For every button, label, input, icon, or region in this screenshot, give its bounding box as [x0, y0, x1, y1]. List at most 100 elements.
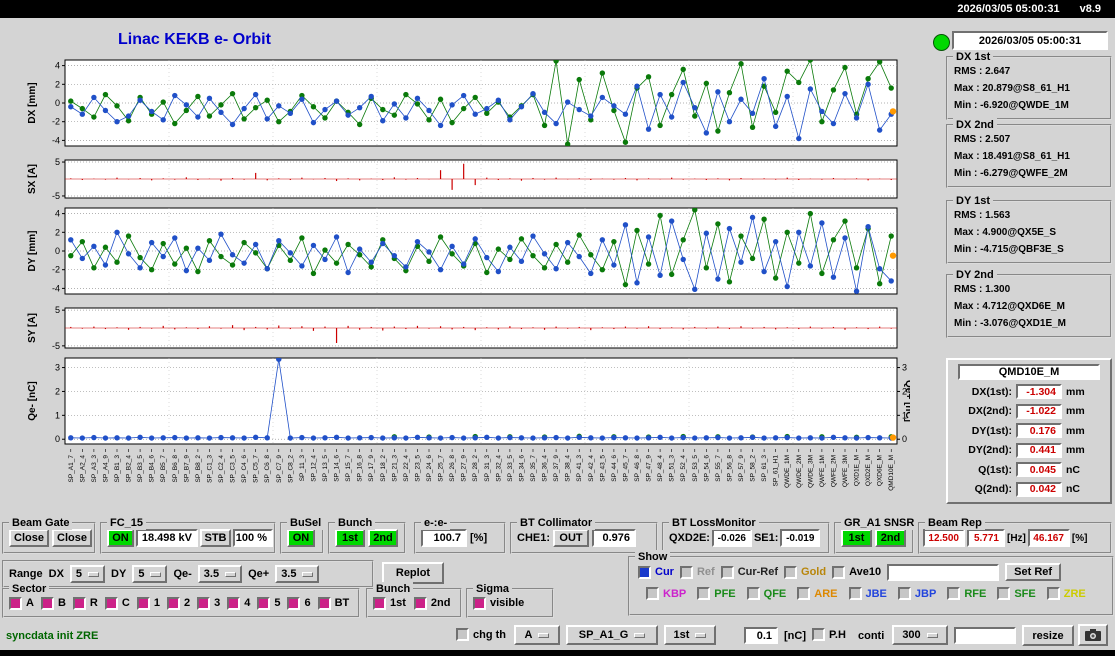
svg-text:SP_C3_5: SP_C3_5	[230, 455, 237, 483]
svg-text:2: 2	[55, 386, 60, 396]
show-sfe-checkbox[interactable]: SFE	[997, 587, 1036, 600]
monitor-unit: mm	[1066, 405, 1085, 418]
checkbox-indicator	[166, 596, 180, 610]
svg-text:SP_28_2: SP_28_2	[472, 455, 479, 482]
monitor-value: 0.045	[1016, 462, 1062, 478]
bunch-1st-button[interactable]: 1st	[335, 529, 365, 547]
set-ref-button[interactable]: Set Ref	[1005, 563, 1062, 581]
stats-box-dy-2nd: DY 2nd RMS : 1.300 Max : 4.712@QXD6E_M M…	[946, 268, 1112, 338]
beam-gate-close-2-button[interactable]: Close	[52, 529, 92, 547]
show-kbp-checkbox[interactable]: KBP	[646, 587, 686, 600]
che1-out-button[interactable]: OUT	[553, 529, 590, 547]
sector-checkbox-5[interactable]: 5	[257, 596, 280, 610]
monitor-label: DY(2nd):	[968, 444, 1012, 457]
sector-checkbox-b[interactable]: B	[40, 596, 66, 610]
gr-snsr-title: GR_A1 SNSR	[841, 516, 918, 530]
checkbox-indicator	[646, 587, 659, 600]
stats-max: Max : 20.879@S8_61_H1	[954, 83, 1070, 94]
svg-text:SP_C1_3: SP_C1_3	[206, 455, 213, 483]
show-are-checkbox[interactable]: ARE	[797, 587, 838, 600]
svg-text:SP_A4_9: SP_A4_9	[102, 455, 109, 483]
ref-name-input[interactable]	[887, 563, 1000, 581]
busel-title: BuSel	[287, 516, 325, 530]
sector-checkbox-1[interactable]: 1	[136, 596, 160, 610]
range-dy-label: DY	[111, 568, 127, 580]
busel-on-button[interactable]: ON	[287, 529, 315, 547]
checkbox-indicator	[812, 628, 825, 641]
stats-min: Min : -4.715@QBF3E_S	[954, 244, 1064, 255]
bunch-1st-checkbox[interactable]: 1st	[373, 596, 406, 610]
bunch-2nd-checkbox[interactable]: 2nd	[413, 596, 450, 610]
svg-text:SP_41_3: SP_41_3	[576, 455, 583, 482]
sector-checkbox-a[interactable]: A	[9, 596, 34, 610]
svg-text:SP_44_6: SP_44_6	[611, 455, 618, 482]
sigma-visible-checkbox[interactable]: visible	[473, 596, 524, 610]
svg-text:SP_11_3: SP_11_3	[299, 455, 306, 482]
ph-checkbox[interactable]: P.H	[812, 628, 846, 641]
sector-title: Sector	[9, 582, 50, 596]
svg-text:SP_38_4: SP_38_4	[565, 455, 572, 482]
plot-sy: 5 -5 SY [A]	[27, 305, 898, 351]
svg-text:SP_61_3: SP_61_3	[761, 455, 768, 482]
sector-checkbox-bt[interactable]: BT	[317, 596, 349, 610]
se1-value: -0.019	[780, 529, 821, 547]
status-entry-input[interactable]	[954, 627, 1016, 644]
beam-rep-value-1: 12.500	[923, 529, 965, 547]
snapshot-button[interactable]	[1078, 624, 1108, 646]
svg-text:SP_B3_5: SP_B3_5	[137, 455, 144, 483]
svg-text:3: 3	[902, 363, 907, 373]
stats-min: Min : -6.279@QWFE_2M	[954, 168, 1068, 179]
show-ave10-checkbox[interactable]: Ave10	[832, 565, 881, 579]
bunch-2nd-button[interactable]: 2nd	[368, 529, 398, 547]
show-rfe-checkbox[interactable]: RFE	[947, 587, 986, 600]
sector-checkbox-3[interactable]: 3	[197, 596, 220, 610]
stats-rms: RMS : 2.647	[954, 66, 1011, 77]
fc15-on-button[interactable]: ON	[107, 529, 134, 547]
che1-label: CHE1:	[517, 532, 551, 544]
fc15-stb-button[interactable]: STB	[200, 529, 231, 547]
stats-title: DX 2nd	[953, 118, 997, 132]
range-dx-select[interactable]: 5	[69, 565, 106, 583]
resize-button[interactable]: resize	[1022, 625, 1074, 646]
beam-gate-close-1-button[interactable]: Close	[9, 529, 49, 547]
svg-text:SP_37_9: SP_37_9	[553, 455, 560, 482]
replot-button[interactable]: Replot	[382, 562, 444, 584]
show-jbe-checkbox[interactable]: JBE	[848, 587, 887, 600]
svg-text:SP_31_3: SP_31_3	[484, 455, 491, 482]
bunch-select[interactable]: 1st	[664, 625, 716, 645]
sector-checkbox-c[interactable]: C	[104, 596, 130, 610]
stats-max: Max : 4.712@QXD6E_M	[954, 301, 1065, 312]
page-title: Linac KEKB e- Orbit	[118, 31, 271, 48]
gr-snsr-1st-button[interactable]: 1st	[841, 529, 872, 547]
sp-monitor-select[interactable]: SP_A1_G	[566, 625, 658, 645]
show-cur-ref-checkbox[interactable]: Cur-Ref	[720, 565, 778, 579]
checkbox-indicator	[473, 596, 486, 610]
gr-snsr-2nd-button[interactable]: 2nd	[875, 529, 906, 547]
range-qe-plus-select[interactable]: 3.5	[275, 565, 320, 583]
sector-checkbox-6[interactable]: 6	[287, 596, 311, 610]
show-jbp-checkbox[interactable]: JBP	[897, 587, 936, 600]
svg-text:SP_B4_6: SP_B4_6	[149, 455, 156, 483]
range-qe-minus-select[interactable]: 3.5	[197, 565, 243, 583]
mode-select[interactable]: A	[514, 625, 560, 645]
sector-checkbox-2[interactable]: 2	[166, 596, 190, 610]
points-select[interactable]: 300	[892, 625, 948, 645]
show-qfe-checkbox[interactable]: QFE	[746, 587, 786, 600]
svg-text:SP_A1_7: SP_A1_7	[68, 455, 75, 483]
svg-text:QWDE_3M: QWDE_3M	[807, 455, 814, 488]
sector-checkbox-4[interactable]: 4	[227, 596, 250, 610]
monitor-row: DY(2nd): 0.441 mm	[948, 441, 1110, 461]
show-cur-checkbox[interactable]: Cur	[638, 565, 674, 579]
show-zre-checkbox[interactable]: ZRE	[1046, 587, 1086, 600]
svg-text:SP_22_4: SP_22_4	[403, 455, 410, 482]
show-ref-checkbox[interactable]: Ref	[679, 565, 715, 579]
show-pfe-checkbox[interactable]: PFE	[697, 587, 736, 600]
chg-th-checkbox[interactable]: chg th	[456, 628, 506, 641]
show-gold-checkbox[interactable]: Gold	[784, 565, 826, 579]
svg-text:SP_14_6: SP_14_6	[334, 455, 341, 482]
checkbox-indicator	[72, 596, 86, 610]
beam-rep-value-3: 46.167	[1027, 529, 1070, 547]
range-dy-select[interactable]: 5	[132, 565, 168, 583]
svg-text:SP_54_6: SP_54_6	[703, 455, 710, 482]
sector-checkbox-r[interactable]: R	[72, 596, 98, 610]
